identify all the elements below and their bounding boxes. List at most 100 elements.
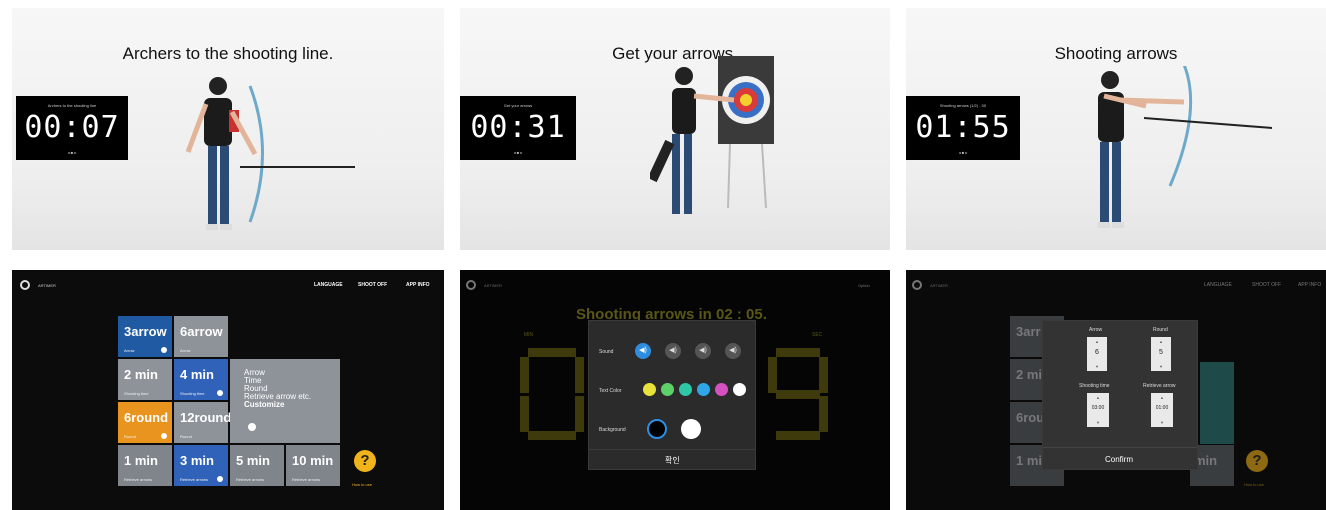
- tile-caption: Retrieve arrows: [236, 477, 265, 482]
- tile-2min[interactable]: 2 min Shooting time: [118, 359, 172, 400]
- tile-value: 1 mi: [1016, 453, 1043, 468]
- options-link[interactable]: Option: [858, 283, 870, 288]
- sound-option-4-icon[interactable]: ◀): [725, 343, 741, 359]
- stepper-label-round: Round: [1153, 327, 1168, 333]
- customize-description: Arrow Time Round Retrieve arrow etc. Cus…: [244, 369, 311, 409]
- increment-arrow-icon[interactable]: ▲: [1087, 395, 1109, 400]
- sound-option-2-icon[interactable]: ◀): [665, 343, 681, 359]
- tile-caption: Retrieve arrows: [180, 477, 209, 482]
- increment-arrow-icon[interactable]: ▲: [1151, 395, 1173, 400]
- photo-panel-shooting-line: Archers to the shooting line. Archers to…: [12, 8, 444, 250]
- app-brand: ARTIMER: [484, 283, 502, 288]
- tile-3min[interactable]: 3 min Retrieve arrows: [174, 445, 228, 486]
- decrement-arrow-icon[interactable]: ▼: [1151, 420, 1173, 425]
- menu-language[interactable]: LANGUAGE: [314, 282, 343, 288]
- archer-at-target-figure: [650, 56, 774, 214]
- app-screen-main-menu: ARTIMER LANGUAGE SHOOT OFF APP INFO 3arr…: [12, 270, 444, 510]
- tile-value: 10 min: [292, 453, 334, 468]
- options-dialog: Sound ◀) ◀) ◀) ◀) Text Color Background …: [588, 320, 756, 470]
- tile-1min[interactable]: 1 min Retrieve arrows: [118, 445, 172, 486]
- seconds-label: SEC: [812, 332, 823, 338]
- stepper-value: 5: [1159, 349, 1163, 356]
- minutes-label: MIN: [524, 332, 534, 338]
- tile-value: 6round: [124, 410, 169, 425]
- background-black-swatch[interactable]: [647, 419, 667, 439]
- help-icon[interactable]: ?: [1246, 450, 1268, 472]
- photo-panel-get-arrows: Get your arrows. Get your arrows 00:31 ◂…: [460, 8, 890, 250]
- tile-value: 12round: [180, 410, 232, 425]
- timer-label: Archers to the shooting line: [47, 103, 97, 108]
- decrement-arrow-icon[interactable]: ▼: [1087, 420, 1109, 425]
- increment-arrow-icon[interactable]: ▲: [1087, 339, 1107, 344]
- menu-shoot-off[interactable]: SHOOT OFF: [1252, 282, 1281, 288]
- text-color-teal-swatch[interactable]: [679, 383, 692, 396]
- text-color-blue-swatch[interactable]: [697, 383, 710, 396]
- tile-10min[interactable]: 10 min Retrieve arrows: [286, 445, 340, 486]
- stepper-value: 6: [1095, 349, 1099, 356]
- increment-arrow-icon[interactable]: ▲: [1151, 339, 1171, 344]
- confirm-button[interactable]: 확인: [665, 455, 680, 466]
- tile-caption: Retrieve arrows: [292, 477, 321, 482]
- retrieve-arrow-stepper[interactable]: ▲ 01:00 ▼: [1151, 393, 1173, 427]
- tile-value: 6rou: [1016, 410, 1045, 425]
- tile-4min[interactable]: 4 min Shooting time: [174, 359, 228, 400]
- timer-label: Get your arrows: [503, 103, 533, 108]
- gear-icon[interactable]: [912, 280, 922, 290]
- tile-value: 3arrow: [124, 324, 167, 339]
- tile-value: 6arrow: [180, 324, 223, 339]
- help-icon[interactable]: ?: [354, 450, 376, 472]
- app-brand: ARTIMER: [930, 283, 948, 288]
- caption: Shooting arrows: [1054, 44, 1178, 63]
- app-screen-customize: ARTIMER LANGUAGE SHOOT OFF APP INFO 3arr…: [906, 270, 1326, 510]
- timer-digits: 00:07: [24, 110, 120, 145]
- timer-tablet: Archers to the shooting line 00:07 ◂ ■ ▸: [16, 96, 128, 160]
- digit-nine: [768, 348, 828, 440]
- check-icon: [217, 390, 223, 396]
- sound-label: Sound: [599, 349, 614, 355]
- menu-app-info[interactable]: APP INFO: [406, 282, 430, 288]
- archer-figure: [185, 77, 355, 230]
- tile-12round[interactable]: 12round Round: [174, 402, 232, 443]
- app-screen-options: ARTIMER Option Shooting arrows in 02 : 0…: [460, 270, 890, 510]
- text-color-magenta-swatch[interactable]: [715, 383, 728, 396]
- customize-tile[interactable]: Arrow Time Round Retrieve arrow etc. Cus…: [230, 359, 340, 443]
- arrow-right-icon: [248, 423, 256, 431]
- text-color-yellow-swatch[interactable]: [643, 383, 656, 396]
- decrement-arrow-icon[interactable]: ▼: [1087, 364, 1107, 369]
- gear-icon[interactable]: [466, 280, 476, 290]
- digit-zero: [520, 348, 584, 440]
- tile-6arrow[interactable]: 6arrow Arrow: [174, 316, 228, 357]
- tile-5min[interactable]: 5 min Retrieve arrows: [230, 445, 284, 486]
- stepper-value: 01:00: [1155, 405, 1169, 411]
- text-color-green-swatch[interactable]: [661, 383, 674, 396]
- round-stepper[interactable]: ▲ 5 ▼: [1151, 337, 1171, 371]
- dialog-divider: [589, 449, 755, 450]
- shooting-time-stepper[interactable]: ▲ 03:00 ▼: [1087, 393, 1109, 427]
- menu-shoot-off[interactable]: SHOOT OFF: [358, 282, 387, 288]
- tile-value: 3 min: [180, 453, 214, 468]
- sound-option-3-icon[interactable]: ◀): [695, 343, 711, 359]
- tile-caption: Retrieve arrows: [124, 477, 153, 482]
- customize-label: Customize: [244, 400, 285, 409]
- menu-app-info[interactable]: APP INFO: [1298, 282, 1321, 288]
- confirm-button[interactable]: Confirm: [1105, 455, 1133, 464]
- tile-caption: Arrow: [180, 348, 191, 353]
- tile-3arrow[interactable]: 3arrow Arrow: [118, 316, 172, 357]
- text-color-white-swatch[interactable]: [733, 383, 746, 396]
- timer-controls: ◂ ■ ▸: [513, 150, 523, 155]
- tile-6round[interactable]: 6round Round: [118, 402, 172, 443]
- background-white-swatch[interactable]: [681, 419, 701, 439]
- timer-digits: 01:55: [915, 110, 1011, 145]
- text-color-label: Text Color: [599, 388, 622, 394]
- arrow-stepper[interactable]: ▲ 6 ▼: [1087, 337, 1107, 371]
- gear-icon[interactable]: [20, 280, 30, 290]
- caption: Archers to the shooting line.: [122, 44, 334, 63]
- menu-language[interactable]: LANGUAGE: [1204, 282, 1232, 288]
- top-bar: ARTIMER LANGUAGE SHOOT OFF APP INFO: [12, 270, 444, 298]
- timer-tablet: Shooting arrows (1/2) - 00 01:55 ◂ ■ ▸: [906, 96, 1020, 160]
- decrement-arrow-icon[interactable]: ▼: [1151, 364, 1171, 369]
- sound-on-icon[interactable]: ◀): [635, 343, 651, 359]
- tile-value: 2 mi: [1016, 367, 1043, 382]
- tile-caption: Shooting time: [124, 391, 149, 396]
- dialog-divider: [1043, 447, 1197, 448]
